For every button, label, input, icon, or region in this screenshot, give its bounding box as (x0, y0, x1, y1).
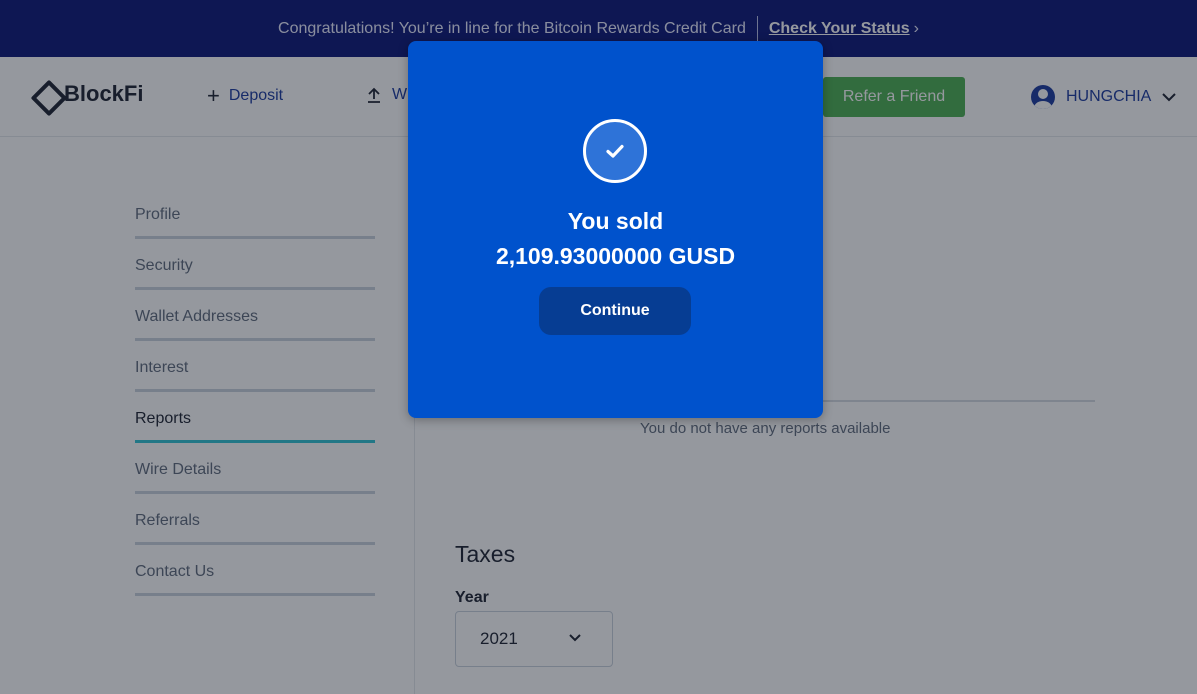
success-badge (583, 119, 647, 183)
sold-amount: 2,109.93000000 GUSD (495, 243, 736, 269)
modal-title: You sold (567, 208, 664, 234)
continue-button[interactable]: Continue (539, 287, 691, 335)
check-icon (606, 144, 624, 158)
sale-confirmation-modal: You sold 2,109.93000000 GUSD Continue (408, 41, 823, 418)
